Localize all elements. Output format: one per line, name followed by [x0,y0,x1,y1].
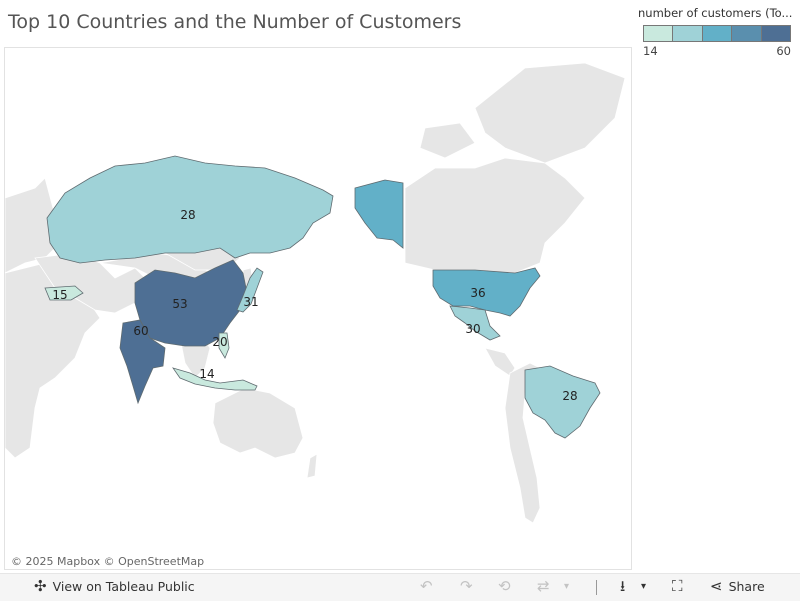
view-on-tableau-public-label: View on Tableau Public [52,579,195,594]
value-label-indonesia: 14 [199,367,214,381]
legend-step [673,26,703,41]
legend-min-label: 14 [643,44,658,58]
page-title: Top 10 Countries and the Number of Custo… [8,11,462,33]
value-label-china: 53 [172,297,187,311]
value-label-united-states: 36 [470,286,485,300]
base-land-layer [5,62,626,524]
refresh-dropdown-chevron-icon[interactable]: ▾ [564,579,569,594]
land-arctic-islands [419,122,476,159]
value-label-philippines: 20 [212,335,227,349]
value-label-india: 60 [133,324,148,338]
value-label-japan: 31 [243,295,258,309]
world-map[interactable]: 60 53 36 31 30 28 28 20 15 14 [5,48,631,569]
land-central-america [484,347,516,377]
legend-step [761,26,791,41]
bottom-toolbar: ✣ View on Tableau Public ↶ ↷ ⟲ ⇄ ▾ ⭳ ▾ ⛶… [0,573,800,601]
legend-title: number of customers (To... [638,6,793,20]
land-australia [212,387,304,459]
fullscreen-icon[interactable]: ⛶ [672,579,683,594]
refresh-icon[interactable]: ⇄ [537,579,550,594]
land-new-zealand [306,453,318,479]
country-united-states[interactable] [432,267,541,317]
redo-icon[interactable]: ↷ [460,579,473,594]
view-on-tableau-public-link[interactable]: ✣ View on Tableau Public [34,577,195,595]
download-dropdown-chevron-icon[interactable]: ▾ [641,579,646,594]
share-button[interactable]: ⋖ Share [710,577,765,595]
color-legend[interactable]: number of customers (To... 14 60 [638,6,796,58]
legend-color-ramp [643,25,791,42]
legend-max-label: 60 [776,44,791,58]
country-united-states-alaska[interactable] [354,179,404,249]
value-label-russia: 28 [180,208,195,222]
map-attribution[interactable]: © 2025 Mapbox © OpenStreetMap [9,555,207,568]
value-label-brazil: 28 [562,389,577,403]
land-greenland [474,62,626,164]
legend-step [644,26,674,41]
revert-icon[interactable]: ⟲ [498,579,511,594]
land-canada [404,157,586,274]
tableau-logo-icon: ✣ [34,577,47,595]
share-label: Share [728,579,765,594]
toolbar-divider [596,580,597,595]
map-view[interactable]: 60 53 36 31 30 28 28 20 15 14 © 2025 Mapbox © Ope… [4,47,632,570]
value-label-mexico: 30 [465,322,480,336]
value-label-turkey: 15 [52,288,67,302]
download-icon[interactable]: ⭳ [620,579,625,594]
share-icon: ⋖ [710,577,723,595]
legend-step [702,26,733,41]
undo-icon[interactable]: ↶ [420,579,433,594]
country-indonesia[interactable] [172,367,258,391]
legend-step [732,26,762,41]
